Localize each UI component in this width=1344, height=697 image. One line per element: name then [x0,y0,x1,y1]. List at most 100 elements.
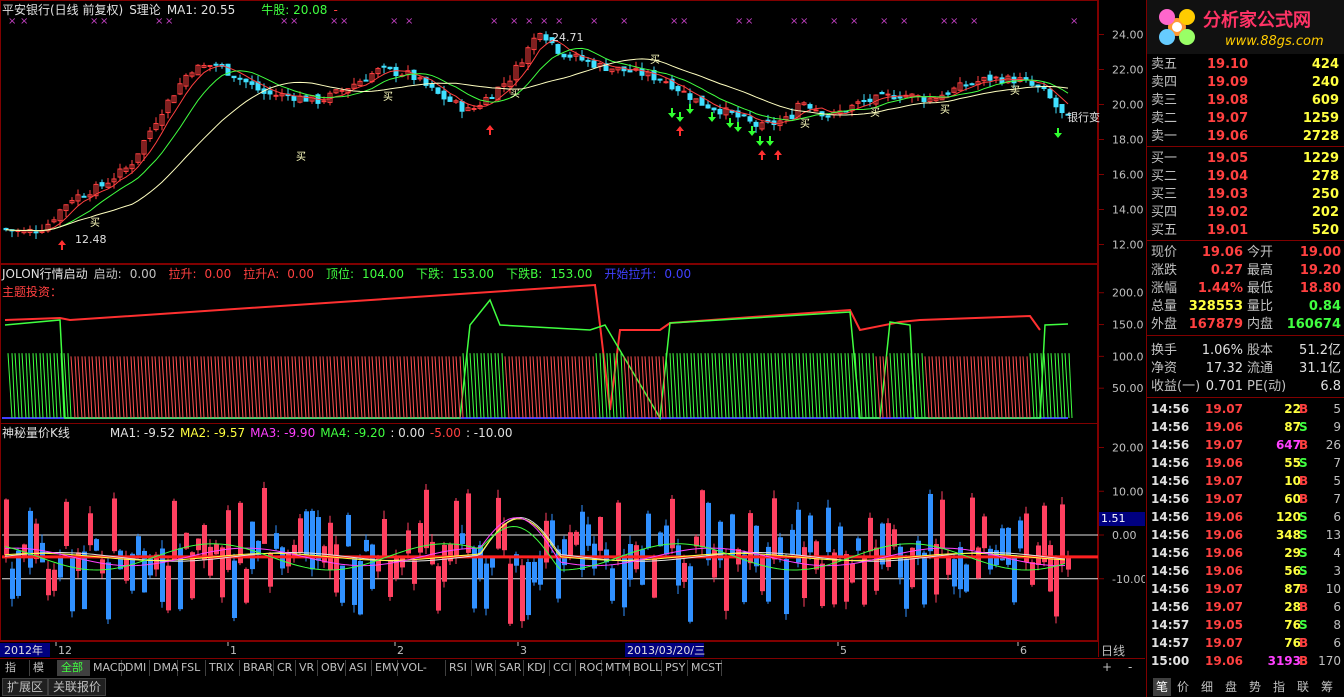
extension-tab[interactable]: 扩展区 [2,678,49,696]
kline-chart-canvas[interactable]: 24.0022.0020.0018.0016.0014.0012.00× × × × ×… [0,0,1145,657]
buy-signal-label: 买 [940,104,950,116]
period-label[interactable]: 日线 [1101,642,1125,659]
indicator-tab[interactable]: 全部 [58,660,90,676]
ma-slow-line [5,58,1069,232]
indicator-tab[interactable]: MCST [688,660,722,676]
down-arrow-icon [708,112,716,122]
bid-label: 买二 [1151,169,1178,184]
ind1-bar [382,356,387,419]
panel-tab[interactable]: 联 [1297,678,1309,696]
panel-tab[interactable]: 笔 [1153,678,1172,696]
ind1-bar [81,356,86,419]
quote-value: 19.20 [1299,263,1341,278]
ind1-bar [683,353,688,419]
ind2-tick-label: -10.00 [1112,573,1145,586]
ind1-bar [707,353,713,419]
chart-area[interactable]: 24.00 22.00 20.00 18.00 16.00 14.00 12.00 × × × × ×… [0,0,1145,659]
tick-count: 5 [1333,474,1341,488]
tick-side: B [1299,636,1309,650]
ind2-candle [436,566,441,611]
ind2-candle [850,563,855,583]
ind1-bar [630,356,636,419]
panel-tab[interactable]: 盘 [1225,678,1237,696]
ind1-bar [357,356,363,419]
indicator-tab[interactable]: RSI [446,660,472,676]
ind2-candle [760,555,765,592]
flower-logo-icon [1159,9,1195,45]
top-marker: × [970,16,978,27]
ind1-bar [224,356,230,419]
indicator-tab[interactable]: KDJ [524,660,550,676]
tick-time: 15:00 [1151,654,1190,668]
ind2-candle [598,517,603,551]
finance-label: 换手 [1151,343,1178,358]
indicator-tab[interactable]: EMV [372,660,399,676]
indicator-tab[interactable]: MTM [602,660,631,676]
extension-tab[interactable]: 关联报价 [48,678,107,696]
indicator-tab[interactable]: VOL-TDX [398,660,446,690]
ind1-bar [728,353,734,419]
ind1-item-label: 顶位: [325,267,355,281]
tick-row: 14:56 19.06 29 S 4 [1149,544,1343,562]
ind2-candle [274,533,279,549]
panel-tab[interactable]: 指 [1273,678,1285,696]
logo-title: 分析家公式网 [1203,10,1311,31]
ind1-bar [1050,353,1056,419]
indicator-tab[interactable]: CCI [550,660,576,676]
ind1-bar [700,353,706,419]
candle-body [459,101,465,112]
zoom-out-button[interactable]: - [1128,660,1132,674]
ind2-candle [1030,562,1035,585]
ind1-bar [917,353,923,419]
indicator-tab[interactable]: MACD [90,660,126,676]
price-tick-label: 12.00 [1112,239,1144,252]
logo-url[interactable]: www.88gs.com [1225,34,1324,49]
ind1-bar [1033,353,1038,419]
indicator-tab[interactable]: PSY [662,660,688,676]
candle-body [381,65,387,68]
finance-value: 0.701 [1205,379,1243,394]
cursor-date: 2013/03/20/三 [627,644,705,657]
indicator-tab[interactable]: WR [472,660,496,676]
zoom-in-button[interactable]: + [1102,660,1112,674]
ind1-bar [998,356,1003,419]
time-axis-label: 3 [520,644,527,657]
indicator-tab[interactable]: DMA [150,660,179,676]
panel-tab[interactable]: 价 [1177,678,1189,696]
ind1-item-label: 拉升A: [243,267,280,281]
ind1-bar [175,356,181,419]
quote-row: 总量 328553 量比 0.84 [1149,298,1343,316]
indicator-tab[interactable]: TRIX [206,660,240,676]
indicator-tab[interactable]: DMI [122,660,150,676]
panel-tab[interactable]: 势 [1249,678,1261,696]
indicator-tab[interactable]: BRAR [240,660,274,676]
tick-volume: 120 [1275,510,1301,524]
ind1-bar [147,356,153,419]
finance-row: 换手 1.06% 股本 51.2亿 [1149,342,1343,360]
indicator-tab[interactable]: SAR [496,660,524,676]
indicator-tab[interactable]: CR [274,660,296,676]
ind1-bar [1029,353,1035,419]
indicator-tab[interactable]: ROC [576,660,603,676]
year-label: 2012年 [4,643,43,657]
tick-count: 170 [1318,654,1341,668]
panel-tab[interactable]: 细 [1201,678,1213,696]
ind1-item: 拉升A: 0.00 [243,267,320,281]
ind1-bar [326,356,331,419]
indicator-tab[interactable]: 模板 [30,660,58,690]
ind1-bar [567,356,573,419]
panel-tab[interactable]: 筹 [1321,678,1333,696]
ind2-candle [940,499,945,549]
quote-value: 1.44% [1197,281,1243,296]
ind1-bar [221,356,226,419]
indicator-tab[interactable]: ASI [346,660,372,676]
ind1-item-label: 拉升: [168,267,197,281]
indicator-tab[interactable]: FSL [178,660,206,676]
indicator-tab[interactable]: BOLL [630,660,662,676]
ind1-bar [886,356,891,419]
tick-count: 5 [1333,402,1341,416]
indicator-tab[interactable]: VR [296,660,318,676]
indicator-tab[interactable]: 指标 [2,660,30,690]
indicator-tab[interactable]: OBV [318,660,346,676]
tick-row: 14:56 19.06 348 S 13 [1149,526,1343,544]
